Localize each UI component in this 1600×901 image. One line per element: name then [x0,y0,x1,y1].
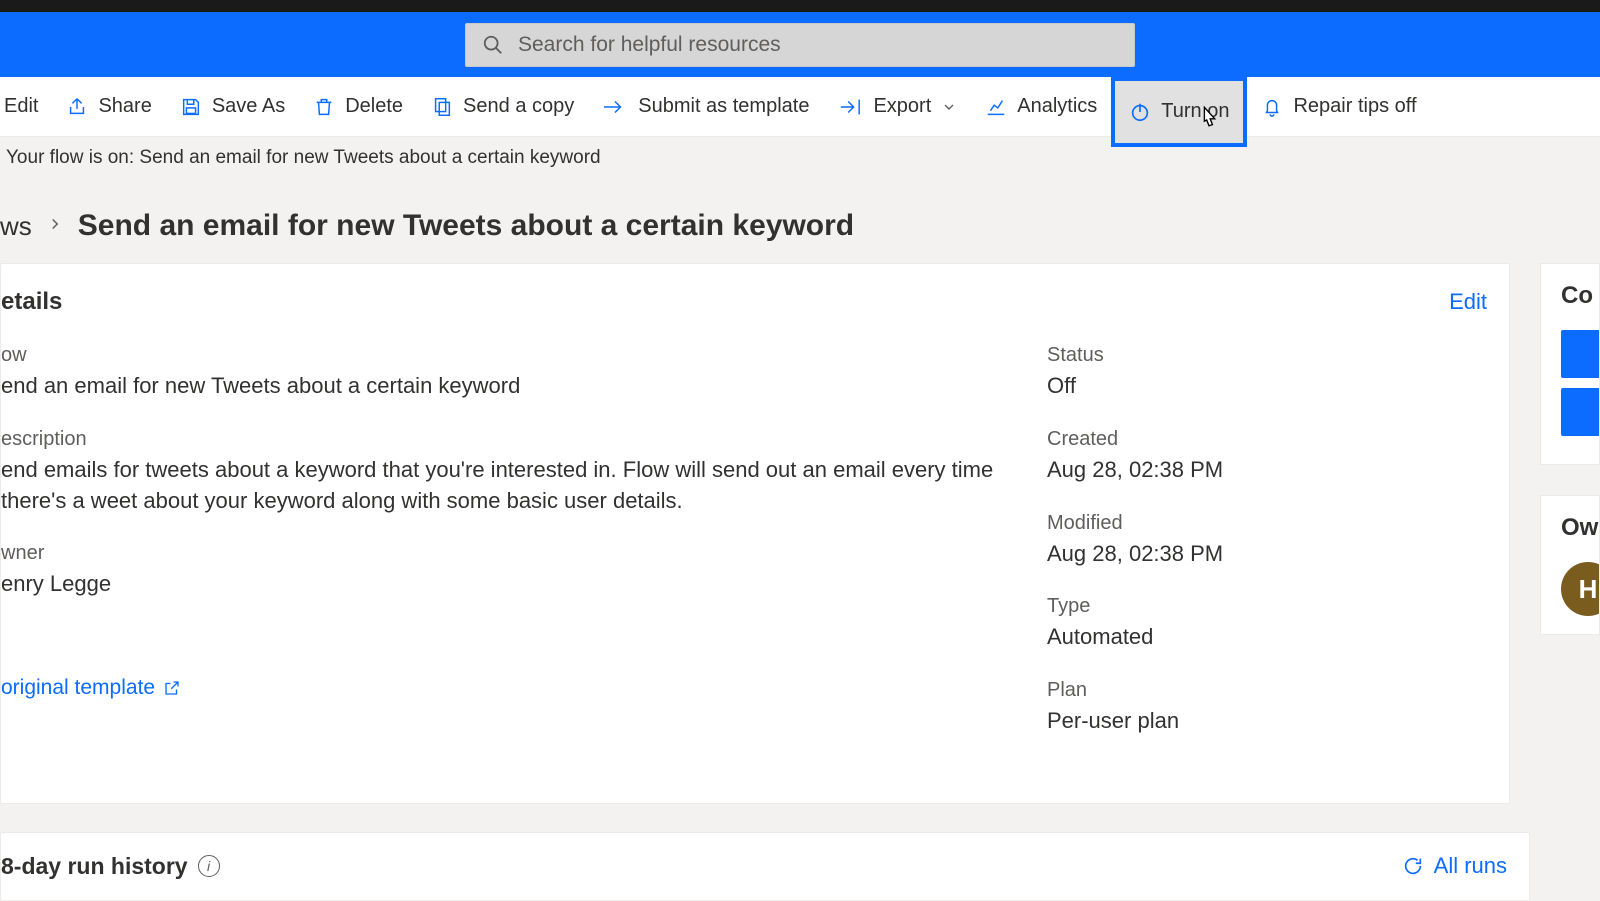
power-icon [1129,101,1151,123]
owner-label: wner [1,542,1007,565]
browser-top-strip [0,0,1600,12]
info-icon[interactable]: i [198,855,220,877]
export-button[interactable]: Export [823,83,971,131]
connections-card: Co [1540,263,1600,465]
header-bar: Search for helpful resources [0,12,1600,77]
trash-icon [313,96,335,118]
run-history-title: 8-day run history [1,853,188,880]
original-template-link[interactable]: original template [1,676,181,700]
description-value: end emails for tweets about a keyword th… [1,455,1007,517]
edit-details-link[interactable]: Edit [1449,289,1487,315]
search-placeholder: Search for helpful resources [518,33,781,57]
description-label: escription [1,428,1007,451]
share-icon [66,96,88,118]
owner-value: enry Legge [1,569,1007,600]
refresh-icon [1402,855,1424,877]
edit-button[interactable]: Edit [4,83,52,131]
modified-label: Modified [1047,512,1487,535]
breadcrumb-root[interactable]: ws [0,211,32,242]
analytics-button[interactable]: Analytics [971,83,1111,131]
status-label: Status [1047,344,1487,367]
save-icon [180,96,202,118]
flow-status-message: Your flow is on: Send an email for new T… [0,137,1600,179]
details-card: etails Edit ow end an email for new Twee… [0,263,1510,804]
breadcrumb: ws Send an email for new Tweets about a … [0,179,1600,263]
analytics-icon [985,96,1007,118]
chevron-down-icon [941,99,957,115]
plan-label: Plan [1047,679,1487,702]
details-heading: etails [1,288,62,316]
created-label: Created [1047,428,1487,451]
owner-avatar[interactable]: H [1561,562,1600,616]
side-column: Co Ow H [1540,263,1600,804]
submit-icon [602,96,628,118]
external-link-icon [163,679,181,697]
save-as-button[interactable]: Save As [166,83,299,131]
search-input[interactable]: Search for helpful resources [465,23,1135,67]
delete-button[interactable]: Delete [299,83,417,131]
modified-value: Aug 28, 02:38 PM [1047,539,1487,570]
created-value: Aug 28, 02:38 PM [1047,455,1487,486]
status-value: Off [1047,371,1487,402]
type-value: Automated [1047,622,1487,653]
flow-name-label: ow [1,344,1007,367]
connection-tile[interactable] [1561,388,1600,436]
copy-icon [431,96,453,118]
flow-name-value: end an email for new Tweets about a cert… [1,371,1007,402]
owners-heading: Ow [1561,514,1599,542]
owners-card: Ow H [1540,495,1600,635]
connection-tile[interactable] [1561,330,1600,378]
search-icon [482,34,504,56]
connections-heading: Co [1561,282,1599,310]
command-bar: Edit Share Save As Delete Send a copy Su… [0,77,1600,137]
page-title: Send an email for new Tweets about a cer… [78,209,854,243]
all-runs-link[interactable]: All runs [1402,853,1507,879]
repair-tips-button[interactable]: Repair tips off [1247,83,1430,131]
chevron-right-icon [46,215,64,238]
export-icon [837,96,863,118]
run-history-card: 8-day run history i All runs [0,832,1530,901]
send-copy-button[interactable]: Send a copy [417,83,588,131]
plan-value: Per-user plan [1047,706,1487,737]
share-button[interactable]: Share [52,83,165,131]
type-label: Type [1047,595,1487,618]
turn-on-button[interactable]: Turn on [1111,77,1247,147]
bell-icon [1261,96,1283,118]
submit-template-button[interactable]: Submit as template [588,83,823,131]
